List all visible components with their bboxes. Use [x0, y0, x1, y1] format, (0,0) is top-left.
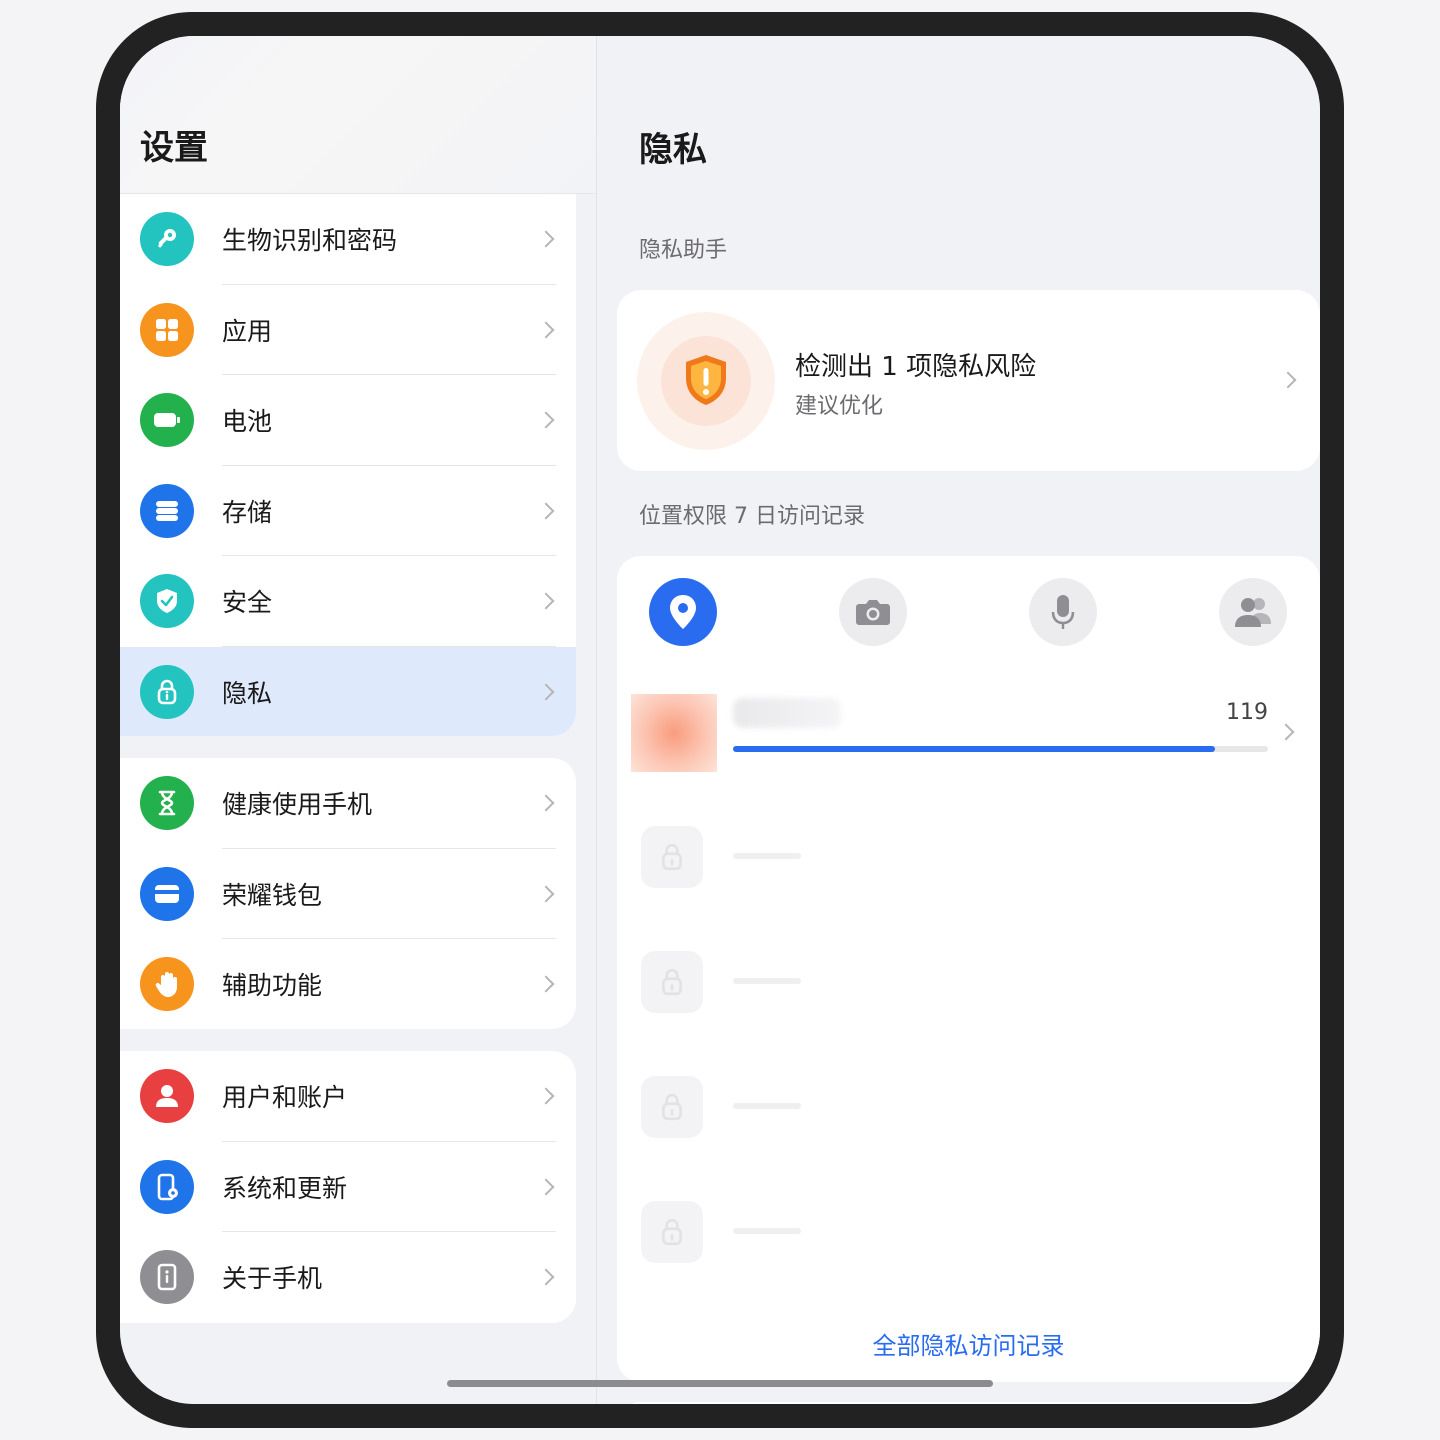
- battery-icon: [140, 393, 194, 448]
- settings-item-label: 辅助功能: [222, 971, 323, 1001]
- placeholder-lock-icon: [641, 1201, 703, 1263]
- settings-item-label: 关于手机: [222, 1264, 323, 1294]
- settings-item-label: 存储: [222, 497, 273, 527]
- camera-icon[interactable]: [839, 578, 907, 646]
- settings-item-label: 安全: [222, 588, 273, 618]
- phone-gear-icon: [140, 1159, 194, 1214]
- settings-item-label: 用户和账户: [222, 1083, 348, 1113]
- chevron-right-icon: [537, 1178, 555, 1196]
- settings-item-label: 电池: [222, 407, 273, 437]
- home-indicator[interactable]: [447, 1380, 993, 1387]
- settings-item-security[interactable]: 安全: [120, 556, 576, 647]
- settings-item-storage[interactable]: 存储: [120, 466, 576, 556]
- settings-item-accessibility[interactable]: 辅助功能: [120, 939, 576, 1029]
- placeholder-line: [733, 1103, 801, 1109]
- access-bar-fill: [733, 746, 1215, 752]
- privacy-lock-icon: [140, 664, 194, 719]
- microphone-icon[interactable]: [1029, 578, 1097, 646]
- chevron-right-icon: [1279, 371, 1297, 389]
- placeholder-line: [733, 978, 801, 984]
- chevron-right-icon: [537, 321, 555, 339]
- all-privacy-records-link[interactable]: 全部隐私访问记录: [617, 1326, 1320, 1361]
- placeholder-line: [733, 853, 801, 859]
- device-frame: 设置 生物识别和密码 应用 电池 存储 安全 隐私 健康使用手机 荣耀钱包 辅助…: [96, 12, 1344, 1428]
- chevron-right-icon: [537, 1268, 555, 1286]
- settings-item-wallet[interactable]: 荣耀钱包: [120, 849, 576, 939]
- settings-item-label: 应用: [222, 316, 273, 346]
- shield-check-icon: [140, 574, 194, 629]
- user-icon: [140, 1069, 194, 1124]
- chevron-right-icon: [537, 1087, 555, 1105]
- settings-item-system[interactable]: 系统和更新: [120, 1142, 576, 1232]
- settings-item-label: 系统和更新: [222, 1173, 348, 1203]
- chevron-right-icon: [537, 411, 555, 429]
- chevron-right-icon: [537, 683, 555, 701]
- location-pin-icon[interactable]: [649, 578, 717, 646]
- settings-pane: 设置 生物识别和密码 应用 电池 存储 安全 隐私 健康使用手机 荣耀钱包 辅助…: [120, 36, 596, 1404]
- risk-title: 检测出 1 项隐私风险: [795, 352, 1037, 382]
- contacts-icon[interactable]: [1219, 578, 1287, 646]
- chevron-right-icon: [537, 592, 555, 610]
- chevron-right-icon: [537, 502, 555, 520]
- settings-item-users[interactable]: 用户和账户: [120, 1051, 576, 1142]
- location-records-label: 位置权限 7 日访问记录: [639, 504, 865, 529]
- next-card-peek: [617, 1402, 1320, 1404]
- privacy-risk-card[interactable]: 检测出 1 项隐私风险 建议优化: [617, 290, 1320, 471]
- permission-records-card: 119 全部隐私访问记录: [617, 556, 1320, 1382]
- privacy-assistant-label: 隐私助手: [639, 238, 728, 263]
- chevron-right-icon: [537, 794, 555, 812]
- risk-subtitle: 建议优化: [795, 394, 884, 419]
- privacy-pane: 隐私 隐私助手 检测出 1 项隐私风险 建议优化 位置权限 7 日访问记录 11…: [597, 36, 1320, 1404]
- page-title: 设置: [140, 128, 208, 168]
- settings-group-2: 健康使用手机 荣耀钱包 辅助功能: [120, 758, 576, 1029]
- chevron-right-icon: [537, 230, 555, 248]
- settings-item-battery[interactable]: 电池: [120, 375, 576, 466]
- settings-item-about[interactable]: 关于手机: [120, 1232, 576, 1323]
- settings-group-3: 用户和账户 系统和更新 关于手机: [120, 1051, 576, 1323]
- chevron-right-icon: [1277, 723, 1295, 741]
- app-icon: [631, 694, 717, 772]
- access-count: 119: [1226, 700, 1268, 725]
- settings-header: 设置: [120, 36, 596, 194]
- warning-shield-icon: [681, 352, 731, 408]
- settings-item-label: 生物识别和密码: [222, 226, 398, 256]
- apps-grid-icon: [140, 302, 194, 357]
- info-phone-icon: [140, 1250, 194, 1305]
- access-bar: [733, 746, 1268, 752]
- settings-item-apps[interactable]: 应用: [120, 285, 576, 375]
- settings-item-biometrics[interactable]: 生物识别和密码: [120, 194, 576, 285]
- settings-item-digital-balance[interactable]: 健康使用手机: [120, 758, 576, 849]
- chevron-right-icon: [537, 975, 555, 993]
- settings-item-privacy[interactable]: 隐私: [120, 646, 576, 736]
- placeholder-lock-icon: [641, 951, 703, 1013]
- screen: 设置 生物识别和密码 应用 电池 存储 安全 隐私 健康使用手机 荣耀钱包 辅助…: [120, 36, 1320, 1404]
- wallet-icon: [140, 866, 194, 921]
- app-name-redacted: [733, 698, 841, 728]
- chevron-right-icon: [537, 885, 555, 903]
- placeholder-line: [733, 1228, 801, 1234]
- hourglass-icon: [140, 776, 194, 831]
- location-app-row[interactable]: 119: [631, 694, 1320, 774]
- settings-item-label: 隐私: [222, 678, 273, 708]
- detail-title: 隐私: [639, 130, 707, 170]
- key-icon: [140, 212, 194, 267]
- storage-icon: [140, 483, 194, 538]
- settings-item-label: 荣耀钱包: [222, 880, 323, 910]
- hand-icon: [140, 957, 194, 1012]
- placeholder-lock-icon: [641, 826, 703, 888]
- settings-group-1: 生物识别和密码 应用 电池 存储 安全 隐私: [120, 194, 576, 736]
- placeholder-lock-icon: [641, 1076, 703, 1138]
- settings-item-label: 健康使用手机: [222, 790, 373, 820]
